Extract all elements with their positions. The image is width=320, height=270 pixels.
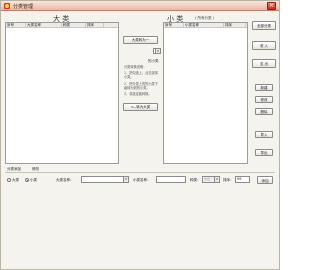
income-button[interactable]: 收 入 xyxy=(252,41,276,50)
section-divider xyxy=(5,172,275,173)
order-input[interactable]: 99 xyxy=(235,176,250,183)
kind-select[interactable]: 支出 ▾ xyxy=(202,176,220,183)
add-button[interactable]: 添加 xyxy=(257,176,273,184)
new-button[interactable]: 新建 xyxy=(255,84,273,91)
column-header-order[interactable]: 排序 xyxy=(224,23,246,27)
note-line: 分类转换说明： xyxy=(124,65,147,69)
small-name-label: 小类名称： xyxy=(133,178,151,182)
category-manager-window: 分类管理 × 大 类 序号 大类名称 种类 排序 大类转为一 ▾ 的小类 分类转… xyxy=(0,0,280,270)
chevron-down-icon: ▾ xyxy=(214,177,219,182)
column-header-name[interactable]: 大类名称 xyxy=(26,23,62,27)
app-icon xyxy=(4,3,10,9)
radio-big-category-label: 大类 xyxy=(12,178,19,182)
kind-label: 种类： xyxy=(190,178,201,182)
all-categories-button[interactable]: 全部分类 xyxy=(252,21,276,30)
column-header-kind[interactable]: 种类 xyxy=(62,23,86,27)
big-category-table[interactable]: 序号 大类名称 种类 排序 xyxy=(5,22,119,164)
small-category-table[interactable]: 序号 小类名称 排序 xyxy=(163,22,248,164)
delete-button[interactable]: 删除 xyxy=(255,108,273,115)
convert-to-big-category-button[interactable]: <--转为大类 xyxy=(123,103,158,111)
note-line: 1、把勾选上，点击选择小类。 xyxy=(124,71,158,80)
order-label: 排序： xyxy=(223,178,234,182)
small-category-table-header: 序号 小类名称 排序 xyxy=(164,23,247,28)
edit-button[interactable]: 修改 xyxy=(255,96,273,103)
column-header-name[interactable]: 小类名称 xyxy=(184,23,224,27)
radio-small-category-label: 小类 xyxy=(30,178,37,182)
chevron-down-icon: ▾ xyxy=(123,177,128,182)
note-title: 的小类 xyxy=(148,59,159,63)
close-button[interactable]: × xyxy=(267,2,276,10)
category-select[interactable]: ▾ xyxy=(153,48,161,54)
chevron-down-icon: ▾ xyxy=(155,49,160,53)
radio-small-category[interactable] xyxy=(25,178,29,182)
window-title: 分类管理 xyxy=(13,4,34,10)
column-header-index[interactable]: 序号 xyxy=(164,23,184,27)
column-header-order[interactable]: 排序 xyxy=(86,23,104,27)
convert-to-big-button[interactable]: 大类转为一 xyxy=(123,36,158,44)
import-button[interactable]: 导入 xyxy=(255,131,273,138)
small-name-input[interactable] xyxy=(156,176,186,183)
title-bar: 分类管理 × xyxy=(1,1,279,11)
radio-big-category[interactable] xyxy=(7,178,11,182)
big-name-select[interactable]: ▾ xyxy=(81,176,129,183)
big-category-table-header: 序号 大类名称 种类 排序 xyxy=(6,23,118,28)
expense-button[interactable]: 支 出 xyxy=(252,59,276,68)
column-header-index[interactable]: 序号 xyxy=(6,23,26,27)
small-category-filter: ( 所有分类 ) xyxy=(195,16,214,20)
export-button[interactable]: 导出 xyxy=(255,149,273,156)
note-line: 3、将选定能转换。 xyxy=(124,92,152,97)
big-name-label: 大类名称： xyxy=(56,178,74,182)
conversion-note: 分类转换说明： 1、把勾选上，点击选择小类。 2、把分类上的的小类下级转为到的小… xyxy=(124,65,160,96)
note-line: 2、把分类上的的小类下级转为到的小类。 xyxy=(124,81,158,90)
